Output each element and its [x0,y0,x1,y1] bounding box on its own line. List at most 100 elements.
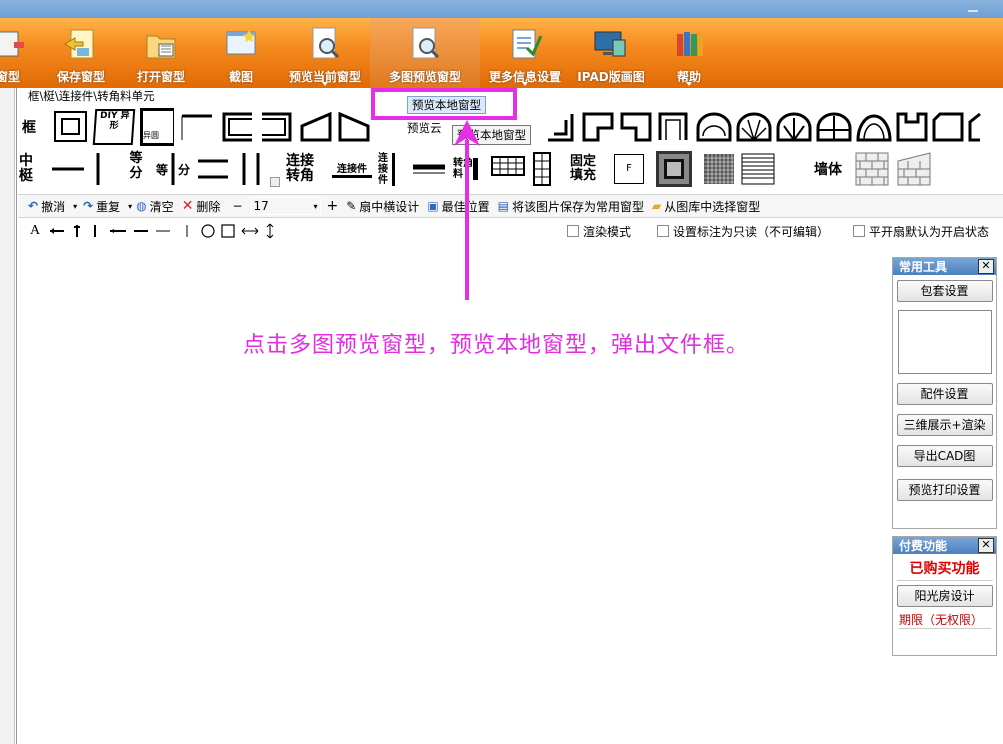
arch-tool[interactable] [694,110,734,144]
frame-square-tool[interactable] [54,111,88,143]
left-scrollbar[interactable] [0,88,15,744]
delete-button[interactable]: ✕ 删除 [182,198,221,215]
circle-icon[interactable] [200,223,216,239]
close-icon[interactable]: ✕ [978,538,994,553]
double-vertical-tool[interactable] [234,149,270,189]
arrow-left-line-icon[interactable] [48,224,66,238]
ribbon-item-more-settings[interactable]: 更多信息设置 [482,18,568,88]
ribbon-item-window[interactable]: 窗型 [0,18,30,88]
render-mode-checkbox[interactable]: 渲染模式 [566,223,631,240]
connector-v-tool[interactable]: 连接件 [378,152,396,186]
arch-fan-tool[interactable] [734,110,774,144]
corner-h-tool[interactable] [409,149,449,189]
export-cad-button[interactable]: 导出CAD图 [896,445,993,467]
fill-f-tool[interactable]: F [614,154,645,184]
double-horizontal-tool[interactable] [194,149,234,189]
minimize-icon[interactable] [965,4,981,14]
line-thin-icon[interactable] [154,224,172,238]
fill-lines-tool[interactable] [740,152,776,186]
sunroom-design-button[interactable]: 阳光房设计 [896,585,993,607]
divide-label: 分 [178,162,191,177]
redo-button[interactable]: ↷ 重复 [83,198,120,215]
text-tool-icon[interactable]: A [30,223,40,239]
frame-bracket-left-tool[interactable] [218,110,258,144]
mullion-vertical-tool[interactable] [88,149,108,189]
save-common-button[interactable]: ▤ 将该图片保存为常用窗型 [498,198,644,215]
sash-open-default-checkbox[interactable]: 平开扇默认为开启状态 [852,223,989,240]
pick-from-library-button[interactable]: ▰ 从图库中选择窗型 [652,198,760,215]
ribbon-item-ipad[interactable]: IPAD版画图 [572,18,650,88]
double-arrow-vertical-icon[interactable] [264,222,276,240]
arch-half-tool[interactable] [854,110,894,144]
equal-divide-h-tool[interactable]: 等 分 [116,151,156,187]
connector-h-tool[interactable]: 连接件 [332,160,373,178]
frame-step-right-tool[interactable] [618,110,656,144]
ribbon-item-open[interactable]: 打开窗型 [128,18,194,88]
print-preview-settings-button[interactable]: 预览打印设置 [896,479,993,501]
decrease-size-button[interactable]: − [232,199,242,213]
ribbon-item-multi-preview[interactable]: 多图预览窗型 [370,18,480,88]
frame-row-label: 框 [22,120,36,136]
arrow-vertical-line-icon[interactable] [70,223,84,239]
mullion-row-dropdown[interactable] [270,151,281,187]
frame-partial-tool[interactable] [966,110,982,144]
square-icon[interactable] [220,223,236,239]
close-icon[interactable]: ✕ [978,259,994,274]
equal-divide-v-tool[interactable] [168,149,178,189]
preview-local-menu-item[interactable]: 预览本地窗型 [407,96,486,114]
line-thick-icon[interactable] [108,224,128,238]
arc-shape-tool[interactable]: 异圆 [140,108,174,146]
screenshot-icon [226,30,256,55]
undo-button[interactable]: ↶ 撤消 [28,198,65,215]
brick-wall-angled-icon[interactable] [894,151,932,187]
size-select[interactable]: 17 ▾ [250,197,321,215]
frame-corner-tool[interactable] [544,110,580,144]
corner-wall-v-tool[interactable] [532,149,554,189]
parts-settings-button[interactable]: 配件设置 [896,383,993,405]
frame-bracket-right-tool[interactable] [258,110,298,144]
frame-open-tool[interactable] [656,110,694,144]
double-arrow-horizontal-icon[interactable] [240,223,260,239]
purchased-features-label: 已购买功能 [896,558,993,581]
fill-dense-tool[interactable] [702,152,736,186]
redo-dropdown-icon[interactable]: ▾ [128,202,132,211]
frame-step-tool[interactable] [580,110,618,144]
brick-wall-icon[interactable] [854,151,890,187]
sash-design-button[interactable]: ✎ 扇中横设计 [346,198,419,215]
checkbox-box[interactable] [656,225,669,237]
fixed-fill-tool[interactable]: 固定填充 [570,155,598,183]
sash-design-label: 扇中横设计 [359,199,420,214]
frame-notch-tool[interactable] [894,110,930,144]
clear-button[interactable]: ◍ 清空 [136,198,174,215]
ribbon-item-save[interactable]: 保存窗型 [48,18,114,88]
ribbon-label: 截图 [228,70,253,84]
readonly-marks-checkbox[interactable]: 设置标注为只读（不可编辑） [656,223,829,240]
checkbox-box[interactable] [852,225,865,237]
frame-top-tool[interactable] [178,110,218,144]
annotation-arrow-icon [454,120,480,300]
package-settings-button[interactable]: 包套设置 [896,280,993,302]
paid-features-header: 付费功能 ✕ [893,537,996,554]
arrow-vertical-dot-icon[interactable] [88,223,102,239]
trapezoid-left-tool[interactable] [298,110,336,144]
undo-dropdown-icon[interactable]: ▾ [73,202,77,211]
arch-split-tool[interactable] [814,110,854,144]
mullion-horizontal-tool[interactable] [50,149,88,189]
vertical-line-icon[interactable] [182,223,192,239]
increase-size-button[interactable]: + [327,198,339,214]
line-arrow-icon[interactable] [132,224,150,238]
connect-corner-tool[interactable]: 连接转角 [286,154,320,184]
ribbon-item-help[interactable]: 帮助 [664,18,714,88]
preview-cloud-menu-item[interactable]: 预览云 [407,120,442,136]
diy-shape-tool[interactable]: DIY 异形 [92,109,136,145]
checkbox-box[interactable] [566,225,579,237]
3d-render-button[interactable]: 三维展示+渲染 [896,414,993,436]
ribbon-item-preview-current[interactable]: 预览当前窗型 [280,18,370,88]
undo-label: 撤消 [41,199,66,214]
arch-sun-tool[interactable] [774,110,814,144]
ribbon-item-screenshot[interactable]: 截图 [214,18,268,88]
frame-chamfer-tool[interactable] [930,110,966,144]
fill-frame-tool[interactable] [656,151,693,187]
corner-wall-h-tool[interactable] [490,149,528,189]
trapezoid-right-tool[interactable] [336,110,374,144]
